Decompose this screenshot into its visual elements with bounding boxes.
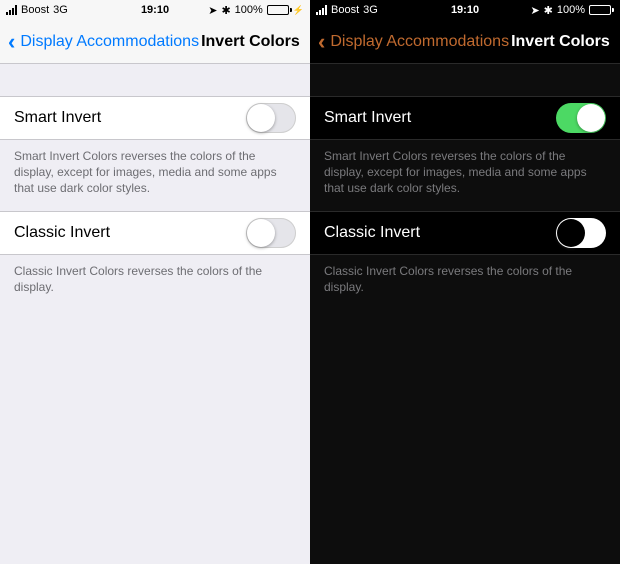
nav-bar: ‹ Display Accommodations Invert Colors — [310, 20, 620, 64]
network-label: 3G — [363, 4, 378, 16]
row-label: Smart Invert — [14, 109, 101, 127]
row-smart-invert[interactable]: Smart Invert — [0, 96, 310, 140]
carrier-label: Boost — [21, 4, 49, 16]
smart-invert-note: Smart Invert Colors reverses the colors … — [310, 140, 620, 211]
page-title: Invert Colors — [201, 33, 300, 51]
status-bar: Boost 3G 19:10 ➤ ✱ 100% ⚡ — [0, 0, 310, 20]
row-label: Classic Invert — [324, 224, 420, 242]
back-button[interactable]: ‹ Display Accommodations — [318, 31, 509, 53]
battery-pct: 100% — [557, 4, 585, 16]
location-icon: ➤ — [530, 4, 539, 17]
row-classic-invert[interactable]: Classic Invert — [310, 211, 620, 255]
section-spacer — [310, 64, 620, 96]
battery-icon: ⚡ — [267, 5, 304, 16]
row-label: Classic Invert — [14, 224, 110, 242]
chevron-left-icon: ‹ — [8, 31, 15, 53]
row-smart-invert[interactable]: Smart Invert — [310, 96, 620, 140]
classic-invert-note: Classic Invert Colors reverses the color… — [310, 255, 620, 309]
classic-invert-switch[interactable] — [246, 218, 296, 248]
status-bar: Boost 3G 19:10 ➤ ✱ 100% — [310, 0, 620, 20]
classic-invert-note: Classic Invert Colors reverses the color… — [0, 255, 310, 309]
phone-light: Boost 3G 19:10 ➤ ✱ 100% ⚡ ‹ Display Acco… — [0, 0, 310, 564]
signal-bars-icon — [6, 5, 17, 15]
location-icon: ➤ — [208, 4, 217, 17]
battery-icon — [589, 5, 614, 15]
bluetooth-icon: ✱ — [221, 4, 230, 17]
row-label: Smart Invert — [324, 109, 411, 127]
carrier-label: Boost — [331, 4, 359, 16]
battery-pct: 100% — [235, 4, 263, 16]
smart-invert-switch[interactable] — [556, 103, 606, 133]
chevron-left-icon: ‹ — [318, 31, 325, 53]
section-spacer — [0, 64, 310, 96]
page-title: Invert Colors — [511, 33, 610, 51]
clock: 19:10 — [451, 4, 479, 16]
back-label: Display Accommodations — [20, 33, 199, 51]
bluetooth-icon: ✱ — [544, 4, 553, 17]
smart-invert-note: Smart Invert Colors reverses the colors … — [0, 140, 310, 211]
phone-dark: Boost 3G 19:10 ➤ ✱ 100% ‹ Display Accomm… — [310, 0, 620, 564]
clock: 19:10 — [141, 4, 169, 16]
signal-bars-icon — [316, 5, 327, 15]
smart-invert-switch[interactable] — [246, 103, 296, 133]
row-classic-invert[interactable]: Classic Invert — [0, 211, 310, 255]
classic-invert-switch[interactable] — [556, 218, 606, 248]
nav-bar: ‹ Display Accommodations Invert Colors — [0, 20, 310, 64]
back-button[interactable]: ‹ Display Accommodations — [8, 31, 199, 53]
back-label: Display Accommodations — [330, 33, 509, 51]
network-label: 3G — [53, 4, 68, 16]
